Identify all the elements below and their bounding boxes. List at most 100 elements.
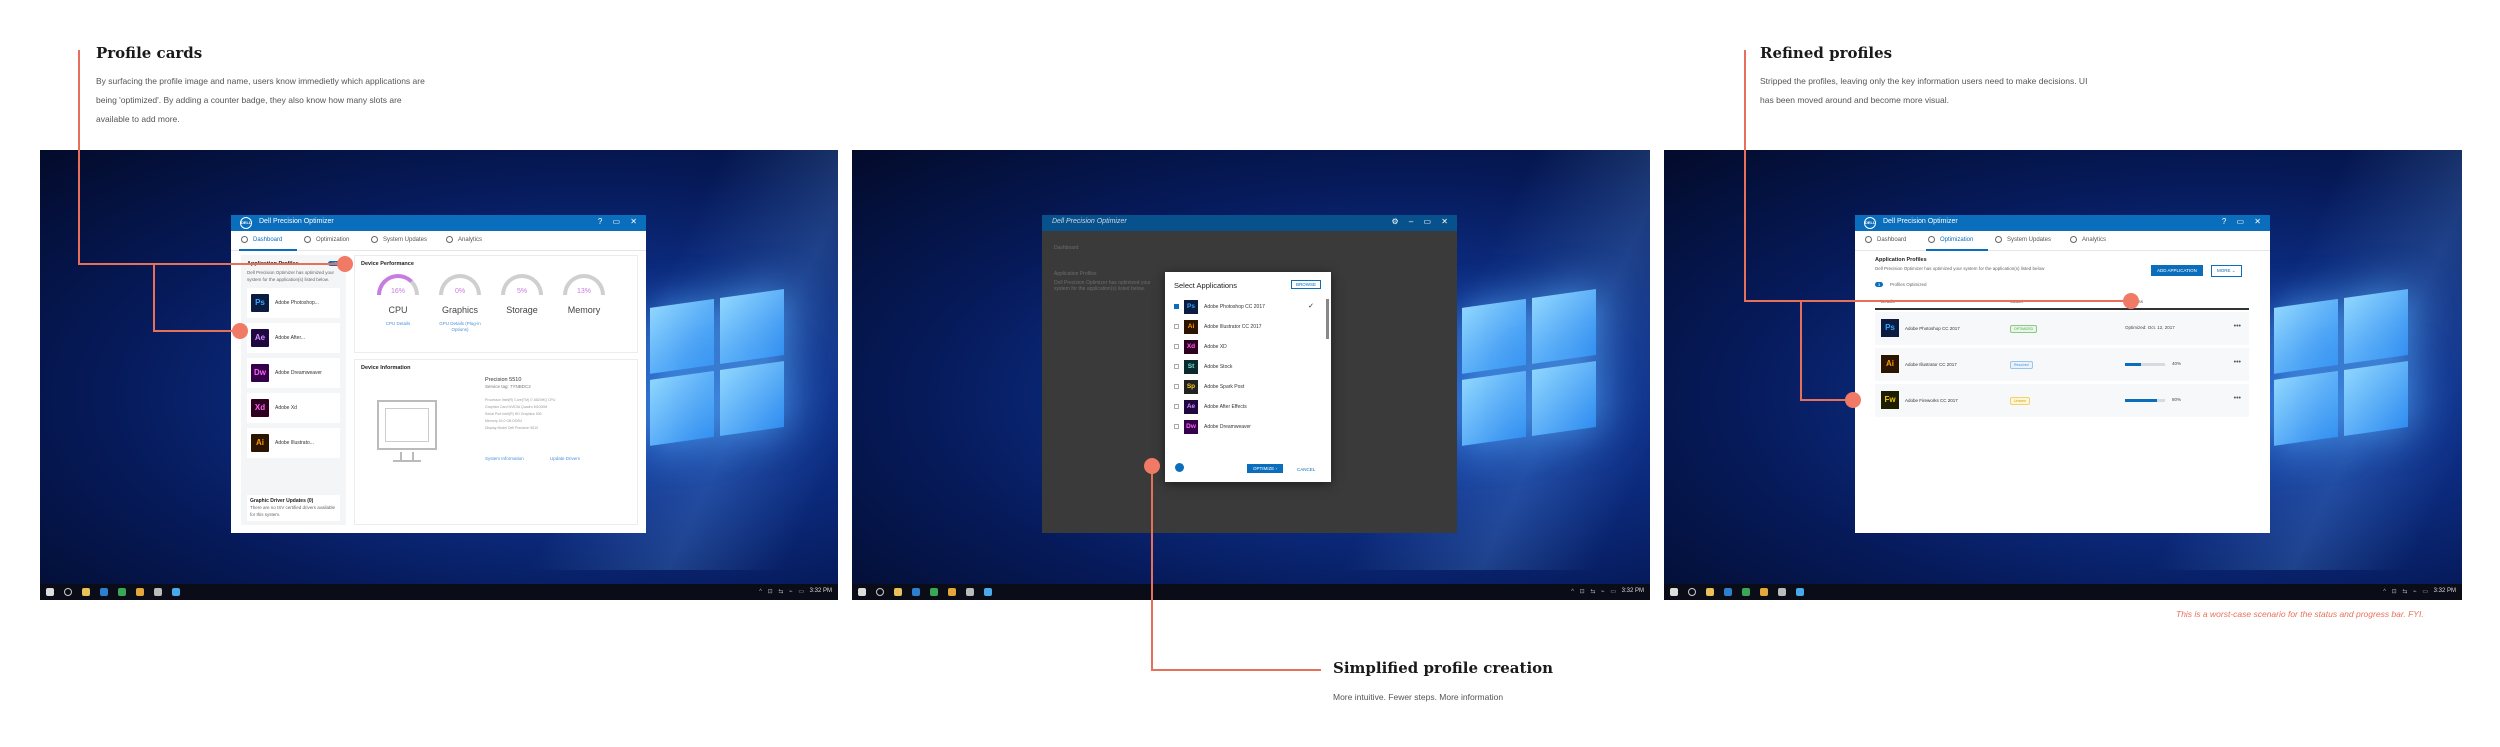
start-icon[interactable]: [858, 588, 866, 596]
device-information-panel: Device Information Precision 5510 Servic…: [354, 359, 638, 525]
tab-bar: Dashboard Optimization System Updates An…: [1855, 231, 2270, 251]
tab-dashboard[interactable]: Dashboard: [1865, 236, 1906, 243]
profile-card[interactable]: Dw Adobe Dreamweaver: [247, 358, 340, 388]
profile-cards-title: Profile cards: [96, 44, 203, 62]
checkbox[interactable]: [1174, 364, 1179, 369]
tab-optimization[interactable]: Optimization: [1928, 236, 1973, 243]
list-item[interactable]: Ae Adobe After Effects: [1174, 399, 1322, 415]
browser-icon[interactable]: [118, 588, 126, 596]
clock: 3:32 PM: [809, 588, 832, 594]
profile-card[interactable]: Ai Adobe Illustrato...: [247, 428, 340, 458]
profile-card[interactable]: Ps Adobe Photoshop...: [247, 288, 340, 318]
progress-bar: [2125, 363, 2165, 366]
browser-icon[interactable]: [1742, 588, 1750, 596]
folder-icon[interactable]: [82, 588, 90, 596]
store-icon[interactable]: [912, 588, 920, 596]
system-tray[interactable]: ^ ⊡ ⇆ ⌁ ▭: [1571, 588, 1618, 595]
checkbox[interactable]: [1174, 404, 1179, 409]
add-application-button[interactable]: ADD APPLICATION: [2151, 265, 2203, 276]
folder-icon[interactable]: [1706, 588, 1714, 596]
tab-analytics[interactable]: Analytics: [446, 236, 482, 243]
system-information-link[interactable]: System Information: [485, 456, 524, 461]
start-icon[interactable]: [1670, 588, 1678, 596]
profile-card[interactable]: Xd Adobe Xd: [247, 393, 340, 423]
list-item[interactable]: Ps Adobe Photoshop CC 2017 ✓: [1174, 299, 1322, 315]
analytics-icon: [446, 236, 453, 243]
profile-card[interactable]: Ae Adobe After...: [247, 323, 340, 353]
app-icon[interactable]: [1760, 588, 1768, 596]
profiles-sidebar: Application Profiles4/5 Dell Precision O…: [241, 255, 346, 525]
app-icon[interactable]: [136, 588, 144, 596]
system-tray[interactable]: ^ ⊡ ⇆ ⌁ ▭: [759, 588, 806, 595]
checkbox[interactable]: [1174, 424, 1179, 429]
list-item[interactable]: Xd Adobe XD: [1174, 339, 1322, 355]
annotation-marker: [1845, 392, 1861, 408]
window-controls[interactable]: ? ▭ ✕: [598, 217, 641, 226]
gauge-link[interactable]: GPU Details (Plug-in Options): [437, 321, 483, 333]
annotation-marker: [232, 323, 248, 339]
windows-logo-wallpaper: [2274, 288, 2414, 458]
title-bar: DELL Dell Precision Optimizer ? ▭ ✕: [1855, 215, 2270, 231]
table-row[interactable]: Fw Adobe Fireworks CC 2017 Unseen 80% ••…: [1875, 384, 2249, 417]
table-row[interactable]: Ps Adobe Photoshop CC 2017 OPTIMIZED Opt…: [1875, 312, 2249, 345]
list-item[interactable]: Ai Adobe Illustrator CC 2017: [1174, 319, 1322, 335]
checkbox[interactable]: [1174, 324, 1179, 329]
search-icon[interactable]: [1688, 588, 1696, 596]
list-item[interactable]: Sp Adobe Spark Post: [1174, 379, 1322, 395]
more-options-icon[interactable]: •••: [2234, 359, 2241, 366]
system-tray[interactable]: ^ ⊡ ⇆ ⌁ ▭: [2383, 588, 2430, 595]
more-options-icon[interactable]: •••: [2234, 395, 2241, 402]
app-icon[interactable]: [154, 588, 162, 596]
dimmed-tabs: Dashboard: [1054, 245, 1079, 251]
start-icon[interactable]: [46, 588, 54, 596]
tab-analytics[interactable]: Analytics: [2070, 236, 2106, 243]
app-icon[interactable]: [966, 588, 974, 596]
status-badge: Resolved: [2010, 361, 2033, 369]
list-item[interactable]: Dw Adobe Dreamweaver: [1174, 419, 1322, 435]
cancel-button[interactable]: CANCEL: [1297, 467, 1315, 472]
checkbox[interactable]: [1174, 304, 1179, 309]
table-row[interactable]: Ai Adobe Illustrator CC 2017 Resolved 40…: [1875, 348, 2249, 381]
app-icon[interactable]: [948, 588, 956, 596]
monitor-icon: [377, 400, 437, 450]
browser-icon[interactable]: [930, 588, 938, 596]
panel-heading: Device Performance: [361, 261, 414, 267]
more-options-icon[interactable]: •••: [2234, 323, 2241, 330]
illustrator-icon: Ai: [251, 434, 269, 452]
tab-optimization[interactable]: Optimization: [304, 236, 349, 243]
list-item[interactable]: St Adobe Stock: [1174, 359, 1322, 375]
app-icon[interactable]: [1796, 588, 1804, 596]
scrollbar[interactable]: [1326, 299, 1329, 339]
store-icon[interactable]: [1724, 588, 1732, 596]
app-icon[interactable]: [984, 588, 992, 596]
monitor-stand: [400, 452, 414, 460]
window-controls[interactable]: ⚙ ‒ ▭ ✕: [1391, 217, 1452, 226]
search-icon[interactable]: [876, 588, 884, 596]
section-subtext: Dell Precision Optimizer has optimized y…: [1875, 266, 2045, 271]
store-icon[interactable]: [100, 588, 108, 596]
tab-dashboard[interactable]: Dashboard: [241, 236, 282, 243]
tab-system-updates[interactable]: System Updates: [1995, 236, 2051, 243]
browse-button[interactable]: BROWSE: [1290, 280, 1321, 289]
checkbox[interactable]: [1174, 384, 1179, 389]
window-controls[interactable]: ? ▭ ✕: [2222, 217, 2265, 226]
dashboard-icon: [241, 236, 248, 243]
search-icon[interactable]: [64, 588, 72, 596]
service-tag: Service tag: 7YNBDC2: [485, 384, 531, 389]
device-name: Precision 5510: [485, 377, 522, 383]
app-icon[interactable]: [1778, 588, 1786, 596]
optimize-button[interactable]: OPTIMIZE ›: [1247, 464, 1283, 473]
annotation-line: [153, 263, 155, 331]
checkbox[interactable]: [1174, 344, 1179, 349]
sidebar-subtext: Dell Precision Optimizer has optimized y…: [247, 270, 335, 282]
gauge-link[interactable]: CPU Details: [375, 321, 421, 327]
help-icon[interactable]: [1175, 463, 1184, 472]
profile-name: Adobe Xd: [275, 405, 297, 411]
folder-icon[interactable]: [894, 588, 902, 596]
profile-name: Adobe Dreamweaver: [275, 370, 322, 376]
app-icon[interactable]: [172, 588, 180, 596]
update-drivers-link[interactable]: Update Drivers: [550, 456, 580, 461]
app-window: DELL Dell Precision Optimizer ? ▭ ✕ Dash…: [1855, 215, 2270, 533]
more-button[interactable]: MORE ⌄: [2211, 265, 2242, 277]
tab-system-updates[interactable]: System Updates: [371, 236, 427, 243]
